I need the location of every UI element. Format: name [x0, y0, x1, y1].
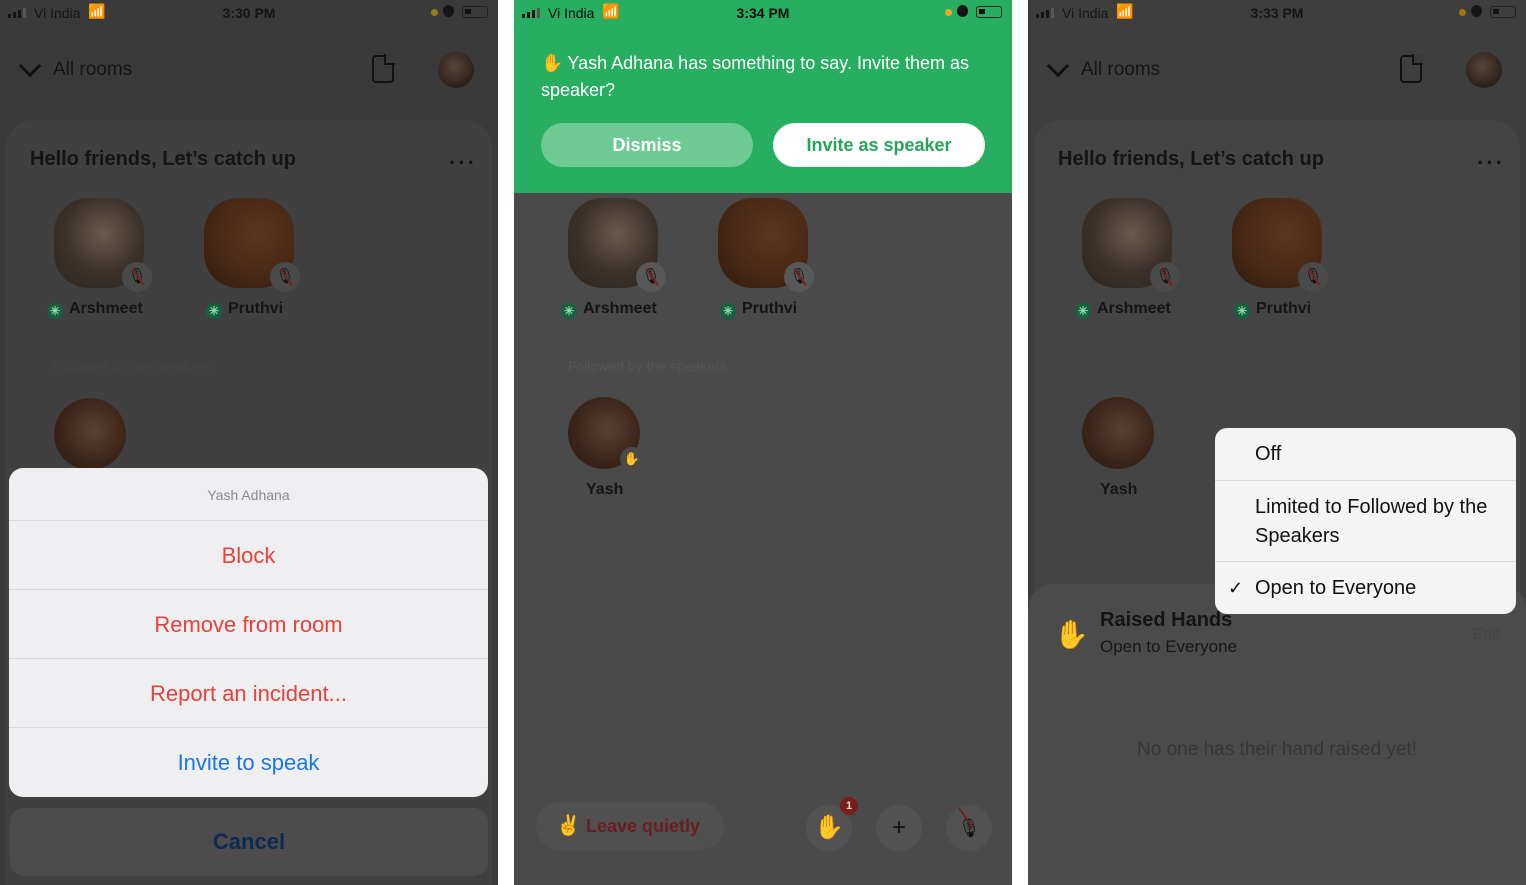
raised-hands-count-badge: 1 [840, 797, 858, 815]
menu-option-limited[interactable]: Limited to Followed by the Speakers [1215, 481, 1516, 562]
action-sheet-title: Yash Adhana [9, 468, 488, 521]
moderator-icon: ✳ [206, 303, 222, 319]
document-icon[interactable] [1400, 54, 1423, 83]
privacy-indicator-icon [1459, 9, 1466, 16]
muted-mic-icon: 🎙 [1150, 262, 1180, 292]
screen-invite-banner: Vi India 📶 3:34 PM ✋ Yash Adhana has some… [514, 0, 1012, 885]
speaker-name: ✳ Pruthvi [1234, 300, 1311, 319]
moderator-icon: ✳ [561, 303, 577, 319]
raised-hands-options-menu: Off Limited to Followed by the Speakers … [1215, 428, 1516, 614]
privacy-indicator-icon [431, 9, 438, 16]
screen-raised-hands-settings: Vi India 📶 3:33 PM All rooms Hello frien… [1028, 0, 1526, 885]
moderator-icon: ✳ [1234, 303, 1250, 319]
speaker-name: ✳ Pruthvi [206, 300, 283, 319]
block-button[interactable]: Block [9, 521, 488, 590]
status-time: 3:34 PM [736, 5, 790, 21]
cancel-button[interactable]: Cancel [10, 808, 488, 876]
muted-mic-icon: 🎙 [784, 262, 814, 292]
leave-quietly-button[interactable]: ✌ Leave quietly [536, 802, 724, 850]
raised-hands-setting: Open to Everyone [1100, 637, 1238, 656]
speaker-name: ✳ Pruthvi [720, 300, 797, 319]
status-time: 3:30 PM [222, 5, 276, 21]
screen-action-sheet: Vi India 📶 3:30 PM All rooms Hello frien… [0, 0, 498, 885]
raised-hands-title: Raised Hands [1100, 609, 1233, 631]
moderator-icon: ✳ [720, 303, 736, 319]
remove-from-room-button[interactable]: Remove from room [9, 590, 488, 659]
chevron-down-icon[interactable] [18, 54, 42, 78]
invite-as-speaker-button[interactable]: Invite as speaker [773, 123, 985, 167]
alarm-icon [443, 5, 454, 17]
room-title: Hello friends, Let’s catch up [30, 148, 296, 170]
muted-mic-icon: 🎙 [122, 262, 152, 292]
speaker-name: ✳ Arshmeet [561, 300, 657, 319]
report-incident-button[interactable]: Report an incident... [9, 659, 488, 728]
chevron-down-icon[interactable] [1046, 54, 1070, 78]
privacy-indicator-icon [945, 9, 952, 16]
raised-hands-sheet: ✋ Raised Hands Open to Everyone Edit No … [1028, 584, 1526, 885]
raised-hand-icon: ✋ [620, 447, 644, 471]
listener-name: Yash [586, 481, 624, 498]
peace-hand-icon: ✌ [556, 815, 581, 837]
battery-icon [1490, 6, 1516, 18]
top-bar: All rooms [0, 50, 498, 90]
dismiss-button[interactable]: Dismiss [541, 123, 753, 167]
raised-hand-icon: ✋ [541, 53, 564, 73]
profile-avatar[interactable] [438, 52, 474, 88]
raised-hands-button[interactable]: ✋ 1 [806, 797, 858, 851]
plus-icon: + [891, 814, 906, 841]
battery-icon [976, 6, 1002, 18]
muted-mic-icon: 🎙 [636, 262, 666, 292]
followed-section-label: Followed by the speakers [568, 358, 727, 374]
top-bar: All rooms [1028, 50, 1526, 90]
raised-hands-icon: ✋ [814, 814, 844, 841]
edit-button[interactable]: Edit [1472, 626, 1500, 644]
room-title: Hello friends, Let’s catch up [1058, 148, 1324, 170]
speaker-name: ✳ Arshmeet [47, 300, 143, 319]
moderator-icon: ✳ [1075, 303, 1091, 319]
mute-toggle-button[interactable]: 🎙 [946, 805, 992, 851]
muted-mic-icon: 🎙 [1298, 262, 1328, 292]
status-bar: Vi India 📶 3:34 PM [514, 0, 1012, 26]
alarm-icon [1471, 5, 1482, 17]
status-bar: Vi India 📶 3:33 PM [1028, 0, 1526, 26]
more-options-icon[interactable]: ··· [1477, 150, 1505, 176]
all-rooms-button[interactable]: All rooms [1081, 59, 1160, 81]
followed-section-label: Followed by the speakers [52, 358, 211, 374]
moderator-icon: ✳ [47, 303, 63, 319]
empty-state-message: No one has their hand raised yet! [1137, 739, 1417, 760]
speaker-name: ✳ Arshmeet [1075, 300, 1171, 319]
muted-mic-icon: 🎙 [958, 805, 981, 851]
invite-to-speak-button[interactable]: Invite to speak [9, 728, 488, 797]
battery-icon [462, 6, 488, 18]
listener-avatar-yash[interactable] [54, 398, 126, 470]
muted-mic-icon: 🎙 [270, 262, 300, 292]
menu-option-open-to-everyone[interactable]: ✓ Open to Everyone [1215, 562, 1516, 614]
add-button[interactable]: + [876, 805, 922, 851]
more-options-icon[interactable]: ··· [449, 150, 477, 176]
document-icon[interactable] [372, 54, 395, 83]
listener-name: Yash [1100, 481, 1138, 498]
menu-option-off[interactable]: Off [1215, 428, 1516, 481]
status-time: 3:33 PM [1250, 5, 1304, 21]
followed-section-label: Followed by the speakers [1082, 358, 1241, 374]
room-controls: ✌ Leave quietly ✋ 1 + 🎙 [514, 775, 1012, 885]
action-sheet: Yash Adhana Block Remove from room Repor… [9, 468, 488, 797]
all-rooms-button[interactable]: All rooms [53, 59, 132, 81]
listener-avatar-yash[interactable] [1082, 397, 1154, 469]
profile-avatar[interactable] [1466, 52, 1502, 88]
banner-message: ✋ Yash Adhana has something to say. Invit… [541, 53, 969, 100]
checkmark-icon: ✓ [1228, 578, 1244, 598]
alarm-icon [957, 5, 968, 17]
raised-hands-icon: ✋ [1054, 619, 1089, 650]
raise-hand-banner: Vi India 📶 3:34 PM ✋ Yash Adhana has some… [514, 0, 1012, 193]
status-bar: Vi India 📶 3:30 PM [0, 0, 498, 26]
